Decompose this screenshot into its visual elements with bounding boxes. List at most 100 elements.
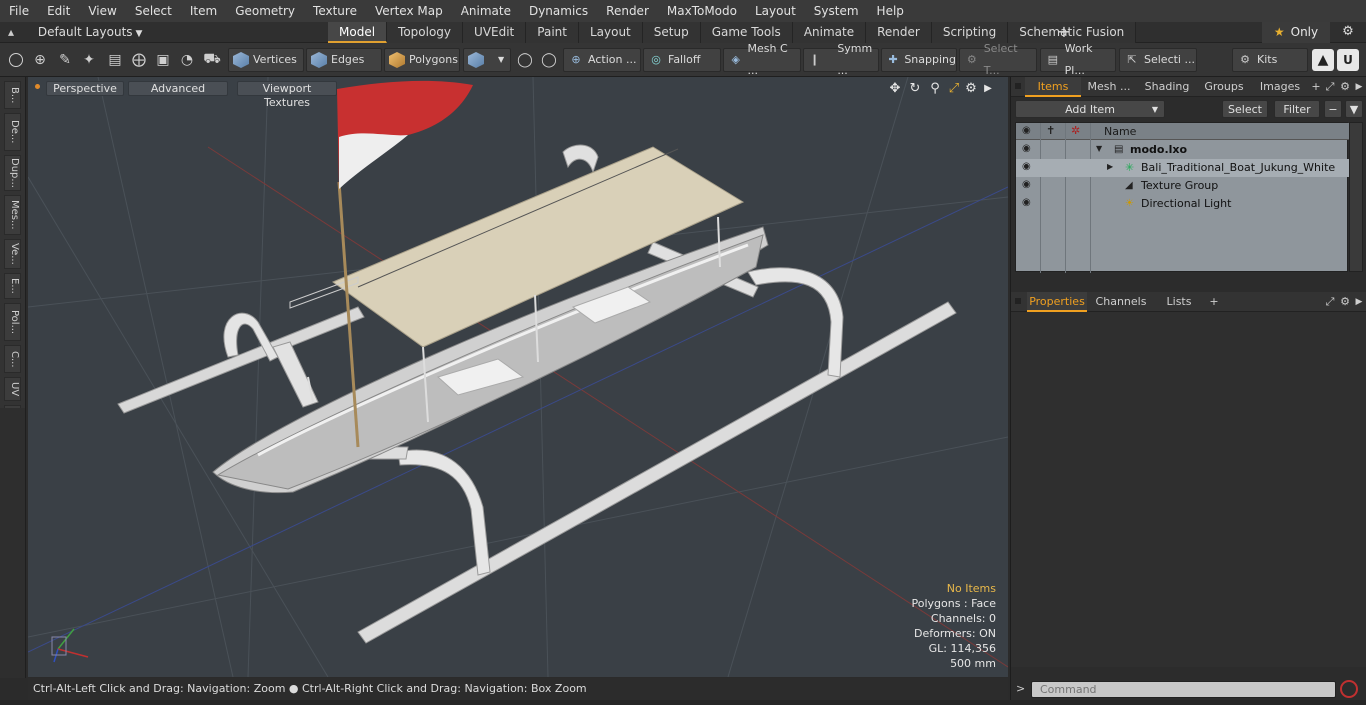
menu-file[interactable]: File: [0, 0, 38, 22]
maximize-view-icon[interactable]: ⤢: [946, 81, 962, 97]
advanced-button[interactable]: Advanced: [128, 81, 228, 96]
brush-icon[interactable]: ✦: [78, 49, 100, 71]
eye-icon[interactable]: ◉: [1022, 180, 1034, 190]
left-tab-3[interactable]: Mes...: [4, 195, 21, 235]
gear-icon[interactable]: ⚙: [1338, 24, 1358, 41]
symmetry-x-icon[interactable]: ◯: [514, 49, 536, 71]
viewport-textures-button[interactable]: Viewport Textures: [237, 81, 337, 109]
menu-maxtomodo[interactable]: MaxToModo: [658, 0, 746, 22]
globe-icon[interactable]: ⊕: [29, 49, 51, 71]
eye-icon[interactable]: ◉: [1022, 144, 1034, 154]
menu-vertex-map[interactable]: Vertex Map: [366, 0, 452, 22]
left-tab-1[interactable]: De...: [4, 113, 21, 151]
perspective-button[interactable]: Perspective: [46, 81, 124, 96]
menu-dynamics[interactable]: Dynamics: [520, 0, 597, 22]
menu-animate[interactable]: Animate: [452, 0, 520, 22]
edges-button[interactable]: Edges: [306, 48, 382, 72]
left-tab-5[interactable]: E...: [4, 273, 21, 299]
tab-items[interactable]: Items: [1025, 77, 1081, 97]
tab-topology[interactable]: Topology: [387, 22, 464, 43]
pen-icon[interactable]: ✎: [54, 49, 76, 71]
left-tab-0[interactable]: B...: [4, 81, 21, 109]
select-through-button[interactable]: ⚙ Select T...: [959, 42, 1037, 77]
eye-icon[interactable]: ◉: [1022, 198, 1034, 208]
viewport-more-icon[interactable]: ▶: [980, 81, 996, 97]
menu-select[interactable]: Select: [126, 0, 181, 22]
unreal-icon[interactable]: U: [1337, 49, 1359, 71]
add-panel-tab-icon[interactable]: +: [1207, 292, 1221, 312]
vertices-button[interactable]: Vertices: [228, 48, 304, 72]
center-icon[interactable]: ⨁: [128, 49, 150, 71]
name-column-header[interactable]: Name: [1104, 125, 1136, 138]
panel-more-icon[interactable]: ▶: [1352, 292, 1366, 312]
snapping-button[interactable]: ✚ Snapping: [881, 48, 957, 72]
item-mode-button[interactable]: ▼: [463, 48, 511, 72]
tab-paint[interactable]: Paint: [526, 22, 579, 43]
eye-icon[interactable]: ◉: [1022, 162, 1034, 172]
left-tab-4[interactable]: Ve...: [4, 239, 21, 269]
add-panel-tab-icon[interactable]: +: [1309, 77, 1323, 97]
menu-view[interactable]: View: [79, 0, 125, 22]
tab-groups[interactable]: Groups: [1199, 77, 1249, 97]
tab-lists[interactable]: Lists: [1155, 292, 1203, 312]
action-center-button[interactable]: ⊕ Action ...: [563, 48, 641, 72]
3d-viewport[interactable]: Perspective Advanced Viewport Textures ✥…: [28, 77, 1008, 677]
list-item-mesh[interactable]: ◉ ▶ ✳ Bali_Traditional_Boat_Jukung_White: [1016, 159, 1349, 177]
expand-icon[interactable]: ⤢: [1323, 292, 1337, 312]
filter-button[interactable]: Filter: [1274, 100, 1320, 118]
tab-channels[interactable]: Channels: [1091, 292, 1151, 312]
left-tab-8[interactable]: UV: [4, 377, 21, 401]
list-item-scene[interactable]: ◉ ▼ ▤ modo.lxo: [1016, 141, 1349, 159]
shield-icon[interactable]: ⛟: [201, 49, 223, 71]
collapse-icon[interactable]: −: [1324, 100, 1342, 118]
item-list-scrollbar[interactable]: [1349, 122, 1363, 272]
panel-gear-icon[interactable]: ⚙: [1338, 77, 1352, 97]
menu-help[interactable]: Help: [868, 0, 913, 22]
frame-icon[interactable]: ▣: [152, 49, 174, 71]
expand-triangle-icon[interactable]: ▶: [1107, 162, 1113, 171]
add-item-button[interactable]: Add Item ▼: [1015, 100, 1165, 118]
tab-images[interactable]: Images: [1253, 77, 1307, 97]
tab-uvedit[interactable]: UVEdit: [463, 22, 527, 43]
symmetry-y-icon[interactable]: ◯: [538, 49, 560, 71]
move-view-icon[interactable]: ✥: [887, 81, 903, 97]
menu-item[interactable]: Item: [181, 0, 226, 22]
menu-render[interactable]: Render: [597, 0, 658, 22]
menu-edit[interactable]: Edit: [38, 0, 79, 22]
funnel-icon[interactable]: ▼: [1345, 100, 1363, 118]
zoom-view-icon[interactable]: ⚲: [927, 81, 943, 97]
symmetry-button[interactable]: ❙ Symm ...: [803, 42, 879, 77]
tab-layout[interactable]: Layout: [578, 22, 643, 43]
tab-model[interactable]: Model: [328, 22, 388, 43]
only-toggle[interactable]: ★ Only: [1262, 22, 1330, 43]
left-tab-7[interactable]: C...: [4, 345, 21, 373]
command-history-icon[interactable]: [1340, 680, 1358, 698]
tab-mesh[interactable]: Mesh ...: [1083, 77, 1135, 97]
polygons-button[interactable]: Polygons: [384, 48, 460, 72]
panel-gear-icon[interactable]: ⚙: [1338, 292, 1352, 312]
left-tab-6[interactable]: Pol...: [4, 303, 21, 341]
menu-geometry[interactable]: Geometry: [226, 0, 304, 22]
selection-button[interactable]: ⇱ Selecti ...: [1119, 48, 1197, 72]
unity-icon[interactable]: ▲: [1312, 49, 1334, 71]
menu-texture[interactable]: Texture: [304, 0, 366, 22]
collapse-triangle-icon[interactable]: ▼: [1096, 144, 1102, 153]
list-item-texture-group[interactable]: ◉ ◢ Texture Group: [1016, 177, 1349, 195]
left-tab-2[interactable]: Dup...: [4, 155, 21, 191]
mesh-constraint-button[interactable]: ◈ Mesh C ...: [723, 42, 801, 77]
tab-shading[interactable]: Shading: [1139, 77, 1195, 97]
select-button[interactable]: Select: [1222, 100, 1268, 118]
menu-layout[interactable]: Layout: [746, 0, 805, 22]
select-circle-icon[interactable]: [5, 49, 27, 71]
panel-more-icon[interactable]: ▶: [1352, 77, 1366, 97]
rotate-icon[interactable]: ◔: [176, 49, 198, 71]
work-plane-button[interactable]: ▤ Work Pl...: [1040, 42, 1116, 77]
layout-selector[interactable]: ▴ Default Layouts ▼: [8, 22, 142, 43]
viewport-gear-icon[interactable]: ⚙: [963, 81, 979, 97]
expand-icon[interactable]: ⤢: [1323, 77, 1337, 97]
item-list[interactable]: ◉ ✝ ✲ Name ◉ ▼ ▤ modo.lxo ◉ ▶ ✳ Bali_Tra…: [1015, 122, 1349, 273]
kits-button[interactable]: ⚙ Kits: [1232, 48, 1308, 72]
tab-properties[interactable]: Properties: [1027, 292, 1087, 312]
rotate-view-icon[interactable]: ↻: [907, 81, 923, 97]
list-item-directional-light[interactable]: ◉ ☀ Directional Light: [1016, 195, 1349, 213]
